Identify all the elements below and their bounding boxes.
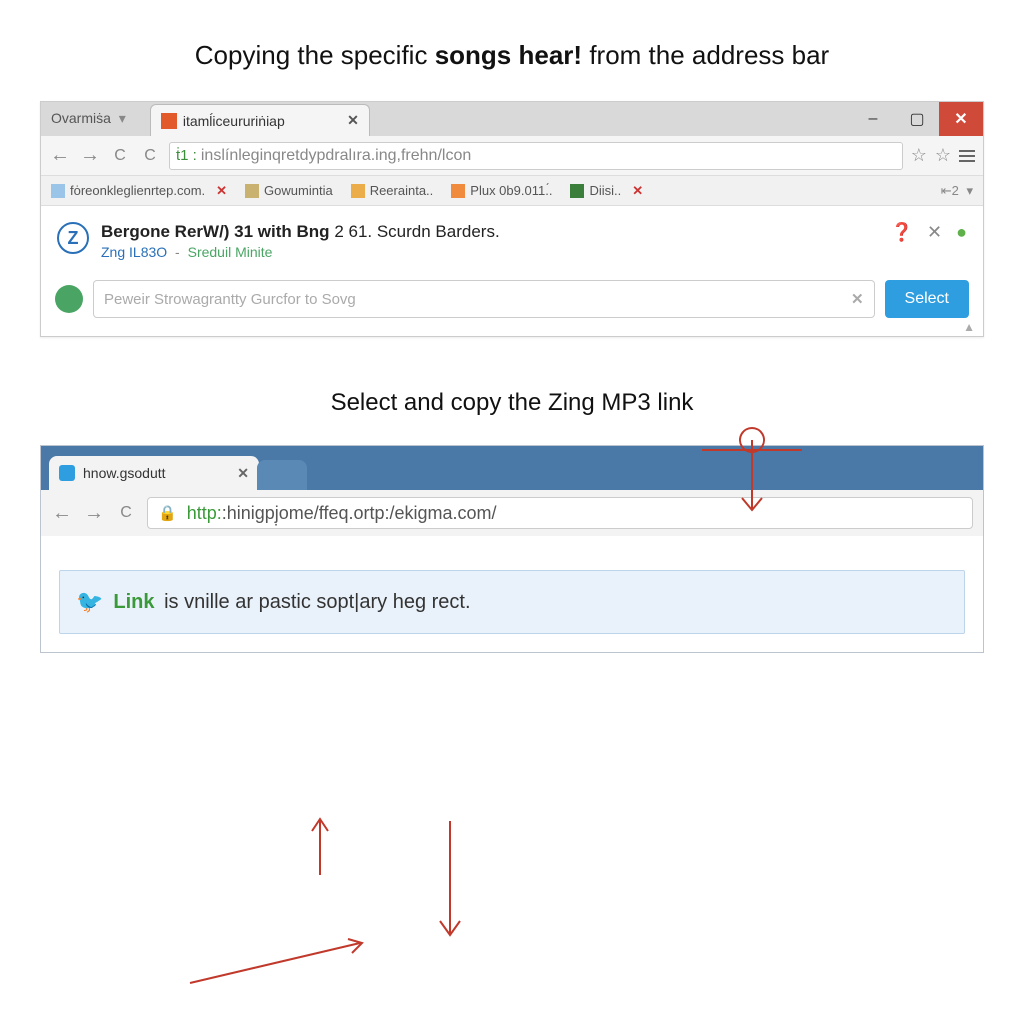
select-button[interactable]: Select [885,280,969,318]
close-window-button[interactable]: ✕ [939,102,983,136]
address-bar[interactable]: 🔒 http: :hiniɡpj̣ome/ffeq.ortp:/ekigma.c… [147,497,973,529]
tab-inactive[interactable]: Ovarmiṡa [41,102,150,136]
bookmark-overflow-label: ⇤2 [941,183,959,198]
bookmark-star-icon[interactable]: ☆ [911,145,927,166]
browser-window-1: Ovarmiṡa itamĺiceururiṅiap ✕ – ▢ ✕ ← → C… [40,101,984,337]
close-tab-icon[interactable]: ✕ [347,112,359,129]
tab-favicon-icon [59,465,75,481]
result-row[interactable]: Z Bergone RerW/) 31 with Bng 2 61. Scurd… [55,216,969,268]
bookmark-star-icon-2[interactable]: ☆ [935,145,951,166]
result-brand: Zng IL83O [101,244,167,260]
heading-pre: Copying the specific [195,40,428,70]
reload-button[interactable]: C [115,504,137,522]
help-icon[interactable]: ❓ [891,222,913,243]
search-placeholder: Peweir Strowagrantty Gurcfor to Sovg [104,291,356,308]
bookmark-label: Reerainta.. [370,183,434,198]
tab-favicon-icon [161,113,177,129]
tab-active[interactable]: hnow.gsodutt ✕ [49,456,259,490]
close-icon[interactable]: ✕ [216,183,227,199]
calendar-icon [451,184,465,198]
bookmark-overflow[interactable]: ⇤2 [941,183,973,199]
new-tab-button[interactable] [257,460,307,490]
heading-mid: songs hear! [435,40,582,70]
page-content: 🐦 Link is vnille ar pastic sopt|ary heg … [41,536,983,652]
folder-icon [351,184,365,198]
heading-post: from the address bar [589,40,829,70]
page-content: Z Bergone RerW/) 31 with Bng 2 61. Scurd… [41,206,983,336]
address-text: inslínleginqretdypdralıra.ing,frehn/lcon [201,147,471,165]
tab-label: hnow.gsodutt [83,465,166,481]
bookmark-label: fȯreonkleglienrtep.com. [70,183,205,198]
chevron-down-icon [115,110,126,126]
collapse-arrow-icon[interactable]: ▲ [963,320,975,334]
forward-button[interactable]: → [79,144,101,167]
result-title-bold: Bergone RerW/) 31 with Bng [101,222,330,241]
folder-icon [245,184,259,198]
result-text: Bergone RerW/) 31 with Bng 2 61. Scurdn … [101,222,500,260]
lock-icon: 🔒 [158,504,177,522]
tab-strip: hnow.gsodutt ✕ [41,446,983,490]
close-icon[interactable]: ✕ [632,183,643,199]
bookmark-item[interactable]: fȯreonkleglienrtep.com. ✕ [51,183,227,199]
status-dot-icon: ● [956,222,967,243]
tab-active-label: itamĺiceururiṅiap [183,113,285,129]
address-prefix: ṫ1 : [176,147,197,164]
separator: - [175,244,180,260]
maximize-button[interactable]: ▢ [895,102,939,136]
toolbar: ← → C 🔒 http: :hiniɡpj̣ome/ffeq.ortp:/ek… [41,490,983,536]
address-bar[interactable]: ṫ1 : inslínleginqretdypdralıra.ing,frehn… [169,142,903,170]
clear-icon[interactable]: ✕ [851,290,864,308]
reload-button[interactable]: C [109,147,131,165]
tab-active[interactable]: itamĺiceururiṅiap ✕ [150,104,370,136]
source-badge-icon [55,285,83,313]
result-title-rest: 2 61. Scurdn Barders. [334,222,499,241]
search-input[interactable]: Peweir Strowagrantty Gurcfor to Sovg ✕ [93,280,875,318]
back-button[interactable]: ← [51,502,73,525]
close-tab-icon[interactable]: ✕ [237,465,249,482]
page-icon [51,184,65,198]
result-subtitle: Zng IL83O - Sreduil Minite [101,244,500,260]
zing-badge-icon: Z [57,222,89,254]
info-text: is vnille ar pastic sopt|ary heg rect. [164,591,470,613]
result-title: Bergone RerW/) 31 with Bng 2 61. Scurdn … [101,222,500,242]
toolbar: ← → C C ṫ1 : inslínleginqretdypdralıra.i… [41,136,983,176]
tab-inactive-label: Ovarmiṡa [51,110,111,126]
tab-strip: Ovarmiṡa itamĺiceururiṅiap ✕ – ▢ ✕ [41,102,983,136]
info-link-label[interactable]: Link [113,591,154,613]
close-icon[interactable]: ✕ [927,222,942,243]
result-actions: ❓ ✕ ● [891,222,967,243]
bookmark-label: Plux 0b9.011.́. [470,183,552,198]
forward-button[interactable]: → [83,502,105,525]
reload-button-2[interactable]: C [139,147,161,165]
minimize-button[interactable]: – [851,102,895,136]
bookmarks-bar: fȯreonkleglienrtep.com. ✕ Gowumintia Ree… [41,176,983,206]
address-text: :hiniɡpj̣ome/ffeq.ortp:/ekigma.com/ [222,503,497,524]
bookmark-label: Diisi.. [589,183,621,198]
bookmark-label: Gowumintia [264,183,333,198]
bookmark-item[interactable]: Diisi.. ✕ [570,183,643,199]
browser-window-2: hnow.gsodutt ✕ ← → C 🔒 http: :hiniɡpj̣om… [40,445,984,653]
bookmark-item[interactable]: Plux 0b9.011.́. [451,183,552,198]
hamburger-menu-icon[interactable] [959,150,975,162]
bookmark-item[interactable]: Reerainta.. [351,183,434,198]
back-button[interactable]: ← [49,144,71,167]
address-protocol: http: [187,503,222,524]
twitter-icon: 🐦 [76,589,103,615]
search-row: Peweir Strowagrantty Gurcfor to Sovg ✕ S… [55,280,969,318]
window-controls: – ▢ ✕ [851,102,983,136]
instruction-caption: Select and copy the Zing MP3 link [40,389,984,417]
chevron-down-icon [962,183,973,198]
app-icon [570,184,584,198]
page-title: Copying the specific songs hear! from th… [40,40,984,71]
annotation-arrow-icon [150,815,600,985]
result-meta: Sreduil Minite [188,244,273,260]
info-box: 🐦 Link is vnille ar pastic sopt|ary heg … [59,570,965,634]
bookmark-item[interactable]: Gowumintia [245,183,333,198]
